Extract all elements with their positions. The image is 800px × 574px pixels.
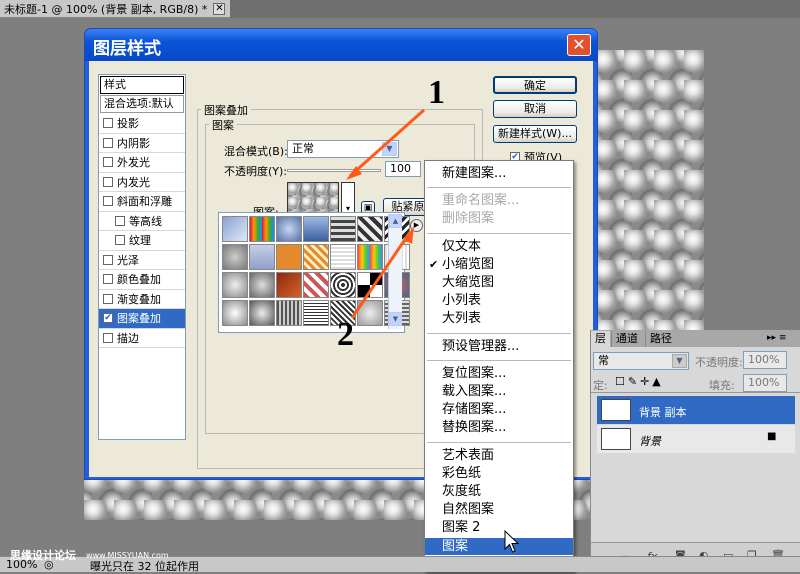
watermark-url: www.MISSYUAN.com xyxy=(86,551,169,560)
menu-item: 重命名图案... xyxy=(425,192,573,209)
annotation-label-2: 2 xyxy=(337,316,354,353)
menu-item[interactable]: 图案 xyxy=(425,537,573,555)
cursor-icon xyxy=(504,530,520,553)
menu-separator xyxy=(427,232,571,234)
menu-separator xyxy=(427,332,571,334)
menu-item[interactable]: 存储图案... xyxy=(425,401,573,418)
menu-separator xyxy=(427,187,571,189)
menu-item-label: 大列表 xyxy=(442,311,482,327)
fill-input[interactable]: 100% xyxy=(743,374,787,392)
menu-item[interactable]: 新建图案... xyxy=(425,165,573,182)
menu-item[interactable]: 复位图案... xyxy=(425,365,573,382)
tab-paths[interactable]: 路径 xyxy=(645,331,676,347)
menu-item[interactable]: 灰度纸 xyxy=(425,483,573,500)
menu-item-label: 预设管理器... xyxy=(442,338,520,354)
menu-item-label: 艺术表面 xyxy=(442,447,495,463)
tab-channels[interactable]: 通道 xyxy=(611,331,642,347)
menu-item[interactable]: 小列表 xyxy=(425,292,573,309)
menu-item[interactable]: 载入图案... xyxy=(425,383,573,400)
menu-item[interactable]: 自然图案 xyxy=(425,501,573,518)
watermark-text: 思缘设计论坛 xyxy=(10,549,76,562)
fill-label: 填充: xyxy=(709,379,735,392)
layer-opacity-label: 不透明度: xyxy=(695,356,743,369)
chevron-down-icon: ▼ xyxy=(672,354,687,368)
menu-item[interactable]: 彩色纸 xyxy=(425,465,573,482)
divider xyxy=(591,392,800,393)
layer-row[interactable]: 背景 ■ xyxy=(597,425,795,453)
menu-item-label: 删除图案 xyxy=(442,211,495,227)
menu-item[interactable]: ✔ 小缩览图 xyxy=(425,256,573,273)
menu-item-label: 图案 xyxy=(442,538,469,554)
layers-panel-tabs: 层 通道 路径 ▸▸ ≡ xyxy=(591,330,800,347)
layer-opacity-input[interactable]: 100% xyxy=(743,351,787,369)
menu-item-label: 小列表 xyxy=(442,293,482,309)
lock-options-icon[interactable]: ☐✎✛▲ xyxy=(615,375,664,388)
menu-item-label: 自然图案 xyxy=(442,502,495,518)
menu-item-label: 替换图案... xyxy=(442,420,507,436)
annotation-label-1: 1 xyxy=(428,74,445,111)
pattern-picker-menu: 新建图案... 重命名图案... 删除图案 仅文本 ✔ 小缩览图 大缩览图 小列表 大列表 预设管… xyxy=(424,160,574,572)
menu-item[interactable]: 大列表 xyxy=(425,310,573,327)
menu-item[interactable]: 大缩览图 xyxy=(425,274,573,291)
menu-item[interactable]: 仅文本 xyxy=(425,238,573,255)
menu-item-label: 彩色纸 xyxy=(442,465,482,481)
layers-panel: 层 通道 路径 ▸▸ ≡ 常 ▼ 不透明度: 100% 定: ☐✎✛▲ 填充: … xyxy=(590,330,800,572)
layer-row-selected[interactable]: 背景 副本 xyxy=(597,396,795,424)
menu-separator xyxy=(427,441,571,443)
layer-name: 背景 副本 xyxy=(639,406,687,419)
menu-item[interactable]: 替换图案... xyxy=(425,419,573,436)
menu-item-label: 新建图案... xyxy=(442,166,507,181)
menu-item-label: 图案 2 xyxy=(442,520,481,536)
menu-item-label: 仅文本 xyxy=(442,238,482,254)
layer-blend-value: 常 xyxy=(598,354,609,367)
panel-menu-icon[interactable]: ▸▸ ≡ xyxy=(763,331,790,347)
menu-item[interactable]: 预设管理器... xyxy=(425,338,573,355)
menu-item-label: 载入图案... xyxy=(442,384,507,399)
layer-name: 背景 xyxy=(639,435,661,448)
layer-thumbnail xyxy=(601,399,631,421)
menu-item-label: 重命名图案... xyxy=(442,193,520,209)
annotation-arrow-1 xyxy=(349,108,425,178)
menu-item-label: 小缩览图 xyxy=(442,256,495,272)
checkmark-icon: ✔ xyxy=(429,257,439,271)
menu-item[interactable]: 图案 2 xyxy=(425,519,573,536)
menu-item-label: 复位图案... xyxy=(442,365,507,381)
annotation-arrow-2 xyxy=(350,231,412,319)
menu-item-label: 大缩览图 xyxy=(442,275,495,290)
menu-separator xyxy=(427,359,571,361)
lock-label: 定: xyxy=(593,379,608,392)
menu-item-label: 存储图案... xyxy=(442,402,507,418)
menu-item[interactable]: 艺术表面 xyxy=(425,447,573,464)
menu-item: 删除图案 xyxy=(425,210,573,227)
layer-blend-select[interactable]: 常 ▼ xyxy=(593,352,689,370)
layer-thumbnail xyxy=(601,428,631,450)
lock-icon: ■ xyxy=(767,431,777,442)
tab-layers[interactable]: 层 xyxy=(591,331,610,347)
menu-item-label: 灰度纸 xyxy=(442,484,482,499)
